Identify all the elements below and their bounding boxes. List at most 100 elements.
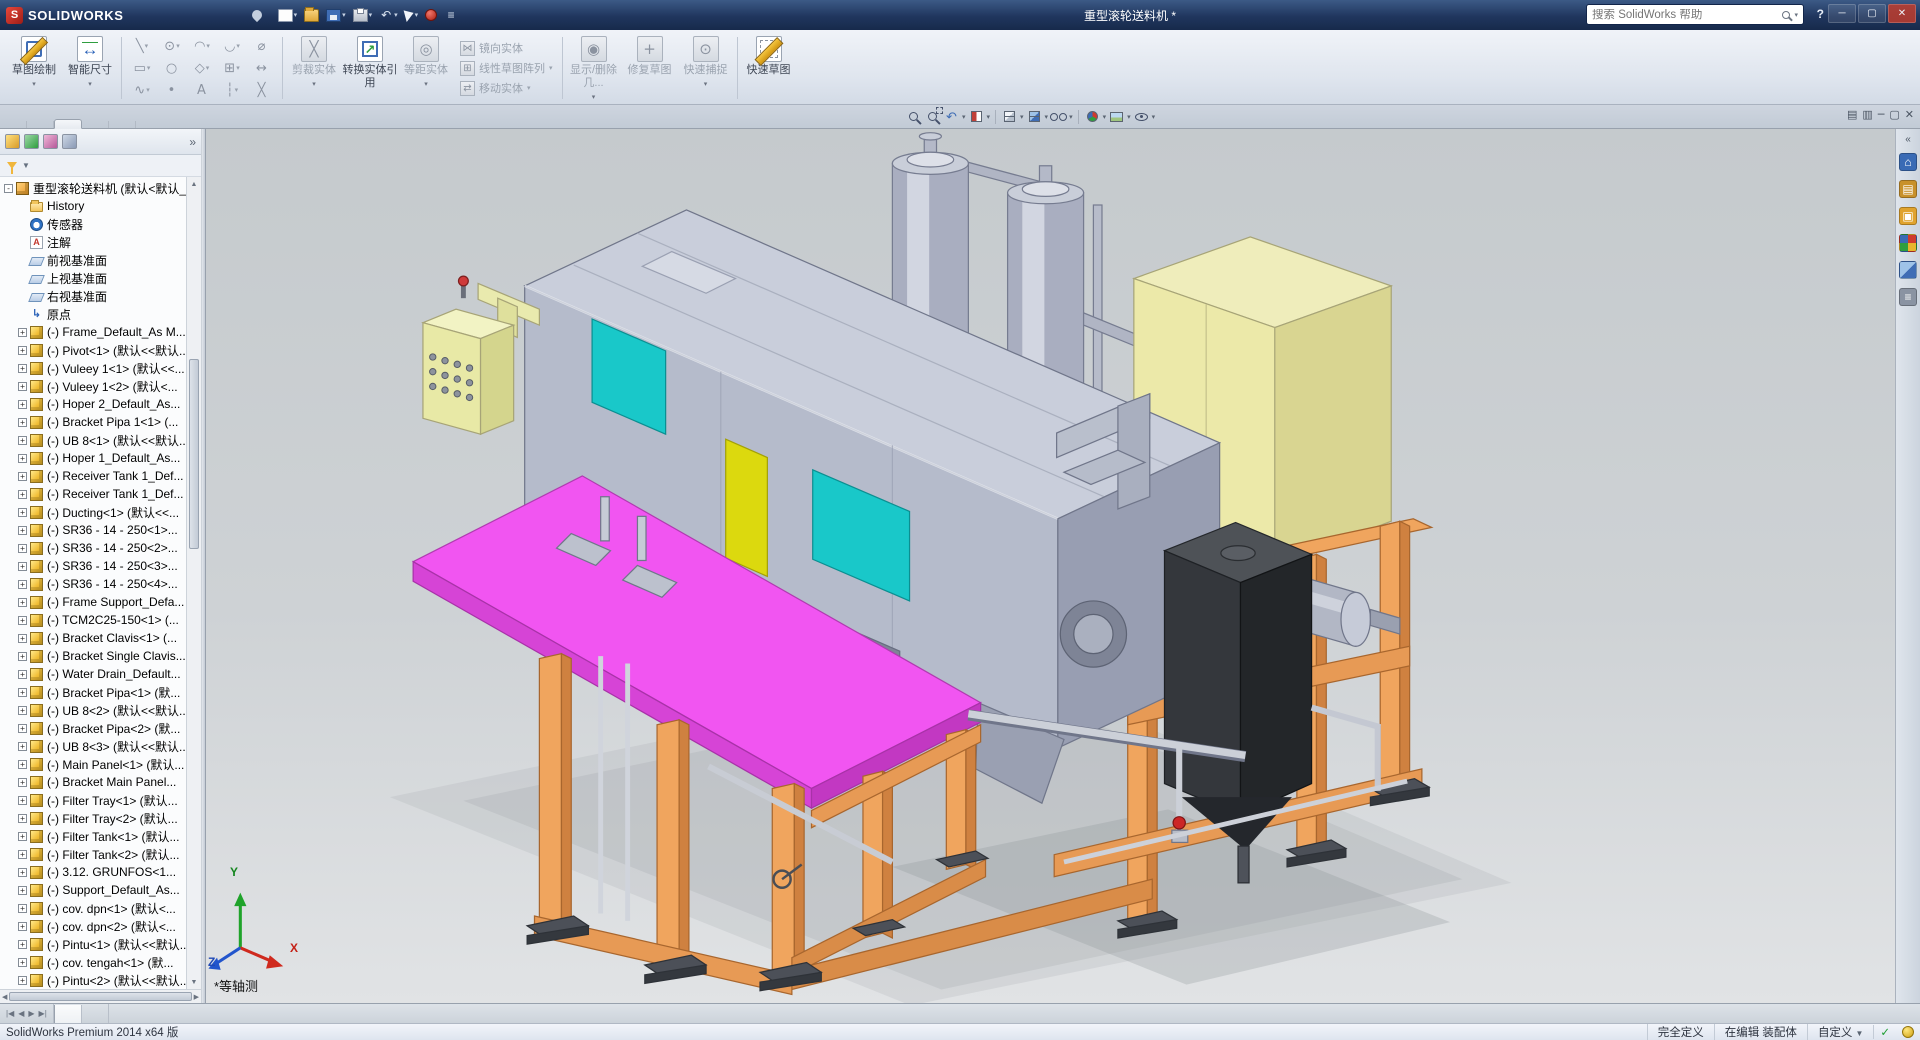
tree-item[interactable]: + (-) Receiver Tank 1_Def... [0, 485, 186, 503]
bottom-tab[interactable] [54, 1005, 82, 1023]
sketch-entity-button[interactable]: ∿▾ [127, 79, 157, 101]
tree-expander[interactable]: + [18, 922, 27, 931]
sketch-entity-button[interactable]: ┆▾ [217, 79, 247, 101]
scroll-right-icon[interactable]: ▶ [194, 993, 199, 1001]
tree-expander[interactable]: + [18, 706, 27, 715]
tree-expander[interactable]: + [18, 742, 27, 751]
tree-item[interactable]: + (-) Bracket Clavis<1> (... [0, 629, 186, 647]
tree-expander[interactable]: + [18, 814, 27, 823]
tree-item[interactable]: + (-) cov. tengah<1> (默... [0, 953, 186, 971]
minimize-button[interactable]: ─ [1828, 4, 1856, 23]
tree-item[interactable]: 前视基准面 [0, 251, 186, 269]
convert-entities-button[interactable]: 转换实体引用 [342, 32, 398, 104]
sketch-entity-button[interactable]: ⊙▾ [157, 35, 187, 57]
tree-item[interactable]: + (-) Vuleey 1<2> (默认<... [0, 377, 186, 395]
new-document-button[interactable]: ▾ [276, 7, 300, 24]
design-library-icon[interactable]: ▤ [1899, 180, 1917, 198]
feature-manager-tab-icon[interactable] [5, 134, 20, 149]
file-explorer-icon[interactable]: ▣ [1899, 207, 1917, 225]
select-button[interactable]: ▾ [403, 7, 421, 23]
tree-item[interactable]: + (-) SR36 - 14 - 250<4>... [0, 575, 186, 593]
tree-expander[interactable]: + [18, 634, 27, 643]
tree-item[interactable]: + (-) Support_Default_As... [0, 881, 186, 899]
zoom-to-area-icon[interactable] [924, 107, 941, 126]
tree-expander[interactable]: + [18, 436, 27, 445]
tree-item[interactable]: + (-) Filter Tank<2> (默认... [0, 845, 186, 863]
tree-expander[interactable]: + [18, 400, 27, 409]
tree-horizontal-scrollbar[interactable]: ◀ ▶ [0, 989, 201, 1003]
tree-expander[interactable]: + [18, 472, 27, 481]
menu-item[interactable] [214, 11, 230, 19]
configuration-manager-tab-icon[interactable] [43, 134, 58, 149]
tree-expander[interactable]: + [18, 328, 27, 337]
apply-scene-icon[interactable] [1108, 107, 1125, 126]
hide-show-items-icon[interactable] [1050, 107, 1067, 126]
tree-item[interactable]: + (-) Pivot<1> (默认<<默认... [0, 341, 186, 359]
scroll-up-icon[interactable]: ▲ [191, 177, 198, 191]
tree-expander[interactable]: + [18, 670, 27, 679]
tree-expander[interactable]: + [18, 958, 27, 967]
task-pane-collapse-icon[interactable]: « [1899, 134, 1917, 144]
tree-item[interactable]: + (-) Filter Tray<1> (默认... [0, 791, 186, 809]
undo-button[interactable]: ↶▾ [377, 7, 400, 24]
edit-appearance-icon[interactable] [1084, 107, 1101, 126]
mirror-entities-button[interactable]: ⋈镜向实体 [456, 39, 557, 57]
move-entities-button[interactable]: ⇄移动实体▾ [456, 79, 557, 97]
tree-item[interactable]: History [0, 197, 186, 215]
quick-snaps-button[interactable]: ⊙ 快速捕捉 ▾ [678, 32, 734, 104]
last-tab-icon[interactable]: ▶| [39, 1009, 47, 1018]
sketch-entity-button[interactable]: ╳ [247, 79, 277, 101]
dimxpert-manager-tab-icon[interactable] [62, 134, 77, 149]
tile-windows-icon[interactable]: ▥ [1862, 108, 1872, 121]
repair-sketch-button[interactable]: + 修复草图 [622, 32, 678, 104]
tree-expander[interactable]: + [18, 904, 27, 913]
next-tab-icon[interactable]: ▶ [28, 1009, 34, 1018]
property-manager-tab-icon[interactable] [24, 134, 39, 149]
search-input[interactable] [1592, 9, 1778, 21]
file-properties-button[interactable]: ≡ [442, 7, 460, 24]
tree-expander[interactable]: - [4, 184, 13, 193]
command-tab[interactable] [109, 121, 136, 128]
tree-expander[interactable]: + [18, 544, 27, 553]
doc-restore-icon[interactable]: ▢ [1889, 108, 1899, 121]
menu-item[interactable] [166, 11, 182, 19]
display-delete-relations-button[interactable]: ◉ 显示/删除几... ▾ [566, 32, 622, 104]
sketch-entity-button[interactable]: ○ [157, 57, 187, 79]
doc-minimize-icon[interactable]: ─ [1878, 108, 1885, 121]
tree-item[interactable]: 传感器 [0, 215, 186, 233]
tree-expander[interactable]: + [18, 598, 27, 607]
tree-expander[interactable]: + [18, 868, 27, 877]
tree-item[interactable]: + (-) Bracket Pipa<1> (默... [0, 683, 186, 701]
menu-item[interactable] [230, 11, 246, 19]
offset-entities-button[interactable]: ◎ 等距实体 ▾ [398, 32, 454, 104]
cascade-windows-icon[interactable]: ▤ [1847, 108, 1857, 121]
tree-expander[interactable]: + [18, 418, 27, 427]
tree-item[interactable]: + (-) Main Panel<1> (默认... [0, 755, 186, 773]
close-button[interactable]: ✕ [1888, 4, 1916, 23]
tree-item[interactable]: + (-) Filter Tank<1> (默认... [0, 827, 186, 845]
appearances-icon[interactable] [1899, 261, 1917, 279]
command-tab[interactable] [0, 121, 27, 128]
tree-item[interactable]: + (-) Vuleey 1<1> (默认<<... [0, 359, 186, 377]
tree-item[interactable]: + (-) Bracket Pipa 1<1> (... [0, 413, 186, 431]
tree-item[interactable]: + (-) Frame_Default_As M... [0, 323, 186, 341]
trim-entities-button[interactable]: ╳ 剪裁实体 ▾ [286, 32, 342, 104]
tree-expander[interactable]: + [18, 526, 27, 535]
save-button[interactable]: ▾ [324, 7, 348, 24]
menu-item[interactable] [182, 11, 198, 19]
view-settings-icon[interactable] [1133, 107, 1150, 126]
tree-expander[interactable]: + [18, 490, 27, 499]
machine-3d-model[interactable] [206, 129, 1895, 1003]
tree-expander[interactable]: + [18, 382, 27, 391]
tree-expander[interactable]: + [18, 850, 27, 859]
tree-item[interactable]: + (-) TCM2C25-150<1> (... [0, 611, 186, 629]
tree-scrollbar[interactable]: ▲ ▼ [186, 177, 201, 989]
tab-nav-arrows[interactable]: |◀ ◀ ▶ ▶| [0, 1004, 54, 1023]
sketch-entity-button[interactable]: ↔ [247, 57, 277, 79]
scrollbar-thumb[interactable] [189, 359, 199, 549]
tree-item[interactable]: + (-) Filter Tray<2> (默认... [0, 809, 186, 827]
filter-funnel-icon[interactable] [7, 162, 17, 169]
first-tab-icon[interactable]: |◀ [6, 1009, 14, 1018]
tree-expander[interactable]: + [18, 940, 27, 949]
tree-item[interactable]: + (-) UB 8<3> (默认<<默认... [0, 737, 186, 755]
